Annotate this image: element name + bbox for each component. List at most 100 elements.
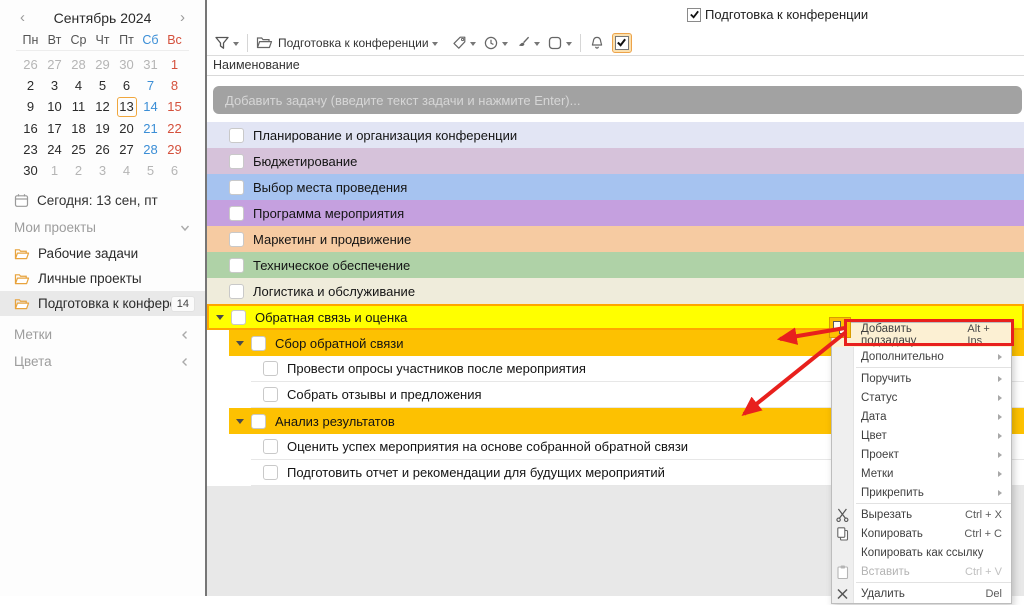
- task-checkbox[interactable]: [229, 232, 244, 247]
- filter-button[interactable]: [214, 35, 239, 51]
- menu-item-статус[interactable]: Статус: [832, 388, 1011, 407]
- sidebar-item-project[interactable]: Личные проекты: [0, 266, 205, 291]
- task-row[interactable]: Планирование и организация конференции: [207, 122, 1024, 148]
- menu-item-цвет[interactable]: Цвет: [832, 426, 1011, 445]
- menu-item-вставить[interactable]: ВставитьCtrl + V: [832, 562, 1011, 581]
- menu-item-проект[interactable]: Проект: [832, 445, 1011, 464]
- calendar-day[interactable]: 2: [19, 75, 43, 96]
- task-checkbox[interactable]: [229, 154, 244, 169]
- expander-triangle-icon[interactable]: [236, 341, 244, 346]
- expander-triangle-icon[interactable]: [216, 315, 224, 320]
- calendar-day[interactable]: 8: [163, 75, 187, 96]
- color-button[interactable]: [547, 35, 572, 51]
- calendar-day[interactable]: 30: [115, 54, 139, 75]
- calendar-day[interactable]: 25: [67, 139, 91, 160]
- calendar-day[interactable]: 6: [163, 160, 187, 181]
- calendar-day[interactable]: 30: [19, 160, 43, 181]
- calendar-day[interactable]: 28: [139, 139, 163, 160]
- show-completed-toggle[interactable]: [612, 33, 632, 53]
- calendar-day[interactable]: 22: [163, 118, 187, 139]
- task-checkbox[interactable]: [231, 310, 246, 325]
- calendar-day[interactable]: 12: [91, 96, 115, 117]
- project-selector-button[interactable]: Подготовка к конференции: [256, 35, 438, 50]
- calendar-day[interactable]: 11: [67, 96, 91, 117]
- tag-button[interactable]: [451, 35, 476, 51]
- task-checkbox[interactable]: [251, 336, 266, 351]
- calendar-day[interactable]: 9: [19, 96, 43, 117]
- calendar-day[interactable]: 4: [67, 75, 91, 96]
- calendar-prev-icon[interactable]: ‹: [20, 11, 25, 25]
- sidebar-section-labels[interactable]: Метки: [14, 321, 191, 348]
- calendar-day[interactable]: 27: [43, 54, 67, 75]
- project-title-checkbox[interactable]: Подготовка к конференции: [687, 7, 868, 22]
- add-task-input[interactable]: [213, 86, 1022, 114]
- sidebar-section-colors[interactable]: Цвета: [14, 348, 191, 375]
- checkbox-checked-icon[interactable]: [687, 8, 701, 22]
- calendar-day[interactable]: 1: [163, 54, 187, 75]
- calendar-day[interactable]: 16: [19, 118, 43, 139]
- calendar-day[interactable]: 1: [43, 160, 67, 181]
- calendar-day[interactable]: 24: [43, 139, 67, 160]
- task-checkbox[interactable]: [263, 439, 278, 454]
- calendar-day[interactable]: 7: [139, 75, 163, 96]
- sidebar-item-project[interactable]: Подготовка к конфере...14: [0, 291, 205, 316]
- task-row[interactable]: Техническое обеспечение: [207, 252, 1024, 278]
- calendar-day[interactable]: 29: [163, 139, 187, 160]
- menu-item-метки[interactable]: Метки: [832, 464, 1011, 483]
- calendar-day-today[interactable]: 13: [117, 97, 137, 117]
- menu-item-вырезать[interactable]: ВырезатьCtrl + X: [832, 505, 1011, 524]
- task-checkbox[interactable]: [251, 414, 266, 429]
- menu-item-дополнительно[interactable]: Дополнительно: [832, 347, 1011, 366]
- calendar-day[interactable]: 31: [139, 54, 163, 75]
- task-row[interactable]: Маркетинг и продвижение: [207, 226, 1024, 252]
- calendar-day[interactable]: 10: [43, 96, 67, 117]
- brush-button[interactable]: [515, 35, 540, 51]
- schedule-button[interactable]: [483, 35, 508, 51]
- calendar-day[interactable]: 3: [91, 160, 115, 181]
- menu-item-поручить[interactable]: Поручить: [832, 369, 1011, 388]
- calendar-day[interactable]: 18: [67, 118, 91, 139]
- calendar-day[interactable]: 3: [43, 75, 67, 96]
- task-checkbox[interactable]: [263, 387, 278, 402]
- expander-triangle-icon[interactable]: [236, 419, 244, 424]
- calendar-day[interactable]: 27: [115, 139, 139, 160]
- menu-item-удалить[interactable]: УдалитьDel: [832, 584, 1011, 603]
- task-checkbox[interactable]: [229, 128, 244, 143]
- task-row[interactable]: Логистика и обслуживание: [207, 278, 1024, 304]
- calendar-day[interactable]: 2: [67, 160, 91, 181]
- calendar-next-icon[interactable]: ›: [180, 11, 185, 25]
- calendar-day[interactable]: 26: [91, 139, 115, 160]
- calendar-day[interactable]: 26: [19, 54, 43, 75]
- task-checkbox[interactable]: [263, 465, 278, 480]
- sidebar-section-projects[interactable]: Мои проекты: [14, 214, 191, 241]
- sidebar-item-project[interactable]: Рабочие задачи: [0, 241, 205, 266]
- calendar-day[interactable]: 5: [139, 160, 163, 181]
- task-row[interactable]: Бюджетирование: [207, 148, 1024, 174]
- calendar-day[interactable]: 14: [139, 96, 163, 117]
- calendar-day[interactable]: 28: [67, 54, 91, 75]
- calendar-day[interactable]: 21: [139, 118, 163, 139]
- calendar-day[interactable]: 23: [19, 139, 43, 160]
- menu-item-копировать[interactable]: КопироватьCtrl + C: [832, 524, 1011, 543]
- task-checkbox[interactable]: [229, 206, 244, 221]
- calendar-day[interactable]: 17: [43, 118, 67, 139]
- calendar-day[interactable]: 6: [115, 75, 139, 96]
- today-row[interactable]: Сегодня: 13 сен, пт: [14, 193, 205, 208]
- task-row[interactable]: Выбор места проведения: [207, 174, 1024, 200]
- calendar-day[interactable]: 29: [91, 54, 115, 75]
- menu-item-дата[interactable]: Дата: [832, 407, 1011, 426]
- calendar-day[interactable]: 5: [91, 75, 115, 96]
- task-checkbox[interactable]: [229, 258, 244, 273]
- calendar-day[interactable]: 15: [163, 96, 187, 117]
- column-header-name[interactable]: Наименование: [207, 56, 1024, 76]
- menu-item-прикрепить[interactable]: Прикрепить: [832, 483, 1011, 502]
- task-row[interactable]: Программа мероприятия: [207, 200, 1024, 226]
- calendar-day[interactable]: 20: [115, 118, 139, 139]
- task-checkbox[interactable]: [229, 284, 244, 299]
- menu-item-копировать-как-ссылку[interactable]: Копировать как ссылку: [832, 543, 1011, 562]
- calendar-day[interactable]: 19: [91, 118, 115, 139]
- task-checkbox[interactable]: [263, 361, 278, 376]
- reminder-button[interactable]: [589, 35, 605, 51]
- calendar-day[interactable]: 4: [115, 160, 139, 181]
- task-checkbox[interactable]: [229, 180, 244, 195]
